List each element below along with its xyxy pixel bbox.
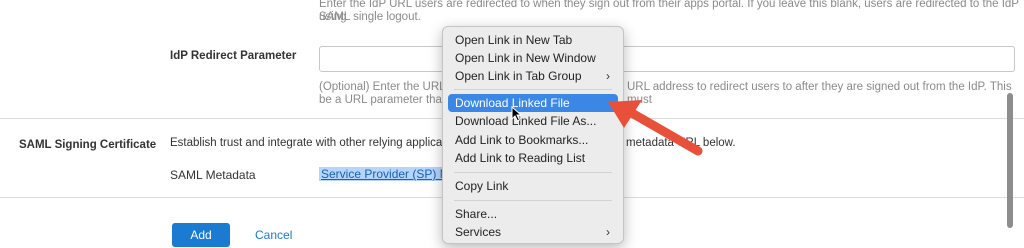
menu-item-download-linked-file-as[interactable]: Download Linked File As... — [448, 112, 618, 130]
menu-item-label: Copy Link — [455, 179, 509, 193]
idp-redirect-help-line2: be a URL parameter that — [319, 94, 446, 106]
menu-item-label: Share... — [455, 207, 498, 221]
menu-item-label: Open Link in New Window — [455, 51, 596, 65]
menu-item-share[interactable]: Share... — [448, 205, 618, 223]
cancel-button[interactable]: Cancel — [255, 228, 292, 242]
saml-signing-certificate-label: SAML Signing Certificate — [19, 139, 157, 151]
menu-separator — [454, 172, 612, 173]
menu-item-download-linked-file[interactable]: Download Linked File — [448, 94, 618, 112]
chevron-right-icon: › — [606, 69, 610, 83]
mouse-pointer-icon — [511, 106, 523, 122]
idp-redirect-input[interactable] — [319, 46, 1015, 72]
add-button[interactable]: Add — [172, 223, 230, 247]
logout-url-help-line2: SAML single logout. — [319, 11, 421, 23]
sp-metadata-link[interactable]: Service Provider (SP) M — [319, 167, 452, 181]
scrollbar[interactable] — [1007, 93, 1013, 228]
annotation-arrow-icon — [608, 100, 703, 156]
menu-item-open-new-tab[interactable]: Open Link in New Tab — [448, 31, 618, 49]
menu-item-open-tab-group[interactable]: Open Link in Tab Group › — [448, 67, 618, 85]
menu-item-label: Open Link in New Tab — [455, 33, 573, 47]
idp-redirect-help-left: (Optional) Enter the URL p — [319, 81, 455, 93]
menu-item-label: Services — [455, 225, 502, 239]
signing-cert-description-left: Establish trust and integrate with other… — [170, 137, 455, 149]
menu-item-add-bookmarks[interactable]: Add Link to Bookmarks... — [448, 131, 618, 149]
menu-item-open-new-window[interactable]: Open Link in New Window — [448, 49, 618, 67]
menu-item-label: Open Link in Tab Group — [455, 69, 582, 83]
idp-redirect-label: IdP Redirect Parameter — [170, 50, 297, 62]
logout-url-help-line1: Enter the IdP URL users are redirected t… — [319, 0, 1019, 23]
menu-item-add-reading-list[interactable]: Add Link to Reading List — [448, 149, 618, 167]
menu-separator — [454, 200, 612, 201]
menu-item-services[interactable]: Services › — [448, 223, 618, 241]
saml-metadata-label: SAML Metadata — [170, 168, 256, 182]
menu-item-label: Add Link to Reading List — [455, 151, 586, 165]
menu-separator — [454, 89, 612, 90]
menu-item-label: Download Linked File As... — [455, 114, 597, 128]
menu-item-label: Add Link to Bookmarks... — [455, 133, 589, 147]
context-menu: Open Link in New Tab Open Link in New Wi… — [442, 26, 624, 244]
chevron-right-icon: › — [606, 225, 610, 239]
menu-item-copy-link[interactable]: Copy Link — [448, 177, 618, 195]
